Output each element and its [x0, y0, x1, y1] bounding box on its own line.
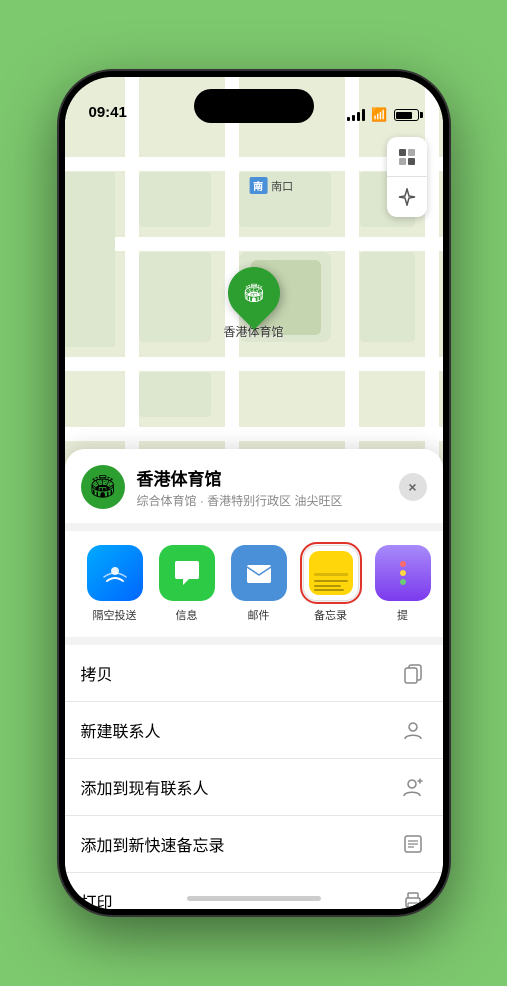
notes-label: 备忘录 [314, 607, 347, 623]
map-controls[interactable] [387, 137, 427, 217]
person-plus-icon [399, 773, 427, 801]
action-copy[interactable]: 拷贝 [65, 645, 443, 702]
venue-header: 🏟 香港体育馆 综合体育馆 · 香港特别行政区 油尖旺区 × [65, 449, 443, 523]
venue-info: 香港体育馆 综合体育馆 · 香港特别行政区 油尖旺区 [137, 465, 387, 509]
status-icons: 📶 [347, 107, 418, 123]
message-icon [159, 545, 215, 601]
printer-icon [399, 887, 427, 909]
new-contact-label: 新建联系人 [81, 718, 161, 742]
airdrop-icon [87, 545, 143, 601]
person-add-icon [399, 716, 427, 744]
share-more[interactable]: 提 [367, 545, 439, 623]
phone-frame: 09:41 📶 [59, 71, 449, 915]
battery-icon [394, 109, 419, 121]
more-icon [375, 545, 431, 601]
close-button[interactable]: × [399, 473, 427, 501]
message-label: 信息 [176, 607, 198, 623]
action-add-existing[interactable]: 添加到现有联系人 [65, 759, 443, 816]
venue-logo: 🏟 [81, 465, 125, 509]
location-button[interactable] [387, 177, 427, 217]
share-message[interactable]: 信息 [151, 545, 223, 623]
venue-name: 香港体育馆 [137, 465, 387, 490]
share-notes[interactable]: 备忘录 [295, 545, 367, 623]
phone-screen: 09:41 📶 [65, 77, 443, 909]
share-airdrop[interactable]: 隔空投送 [79, 545, 151, 623]
south-gate-label: 南 南口 [249, 177, 293, 194]
wifi-icon: 📶 [371, 107, 387, 123]
copy-label: 拷贝 [81, 661, 113, 685]
print-label: 打印 [81, 889, 113, 909]
more-label: 提 [397, 607, 408, 623]
bottom-sheet: 🏟 香港体育馆 综合体育馆 · 香港特别行政区 油尖旺区 × [65, 449, 443, 909]
map-type-button[interactable] [387, 137, 427, 177]
action-new-contact[interactable]: 新建联系人 [65, 702, 443, 759]
share-mail[interactable]: 邮件 [223, 545, 295, 623]
copy-icon [399, 659, 427, 687]
home-indicator [187, 896, 321, 901]
dynamic-island [194, 89, 314, 123]
notes-icon [303, 545, 359, 601]
mail-label: 邮件 [248, 607, 270, 623]
add-existing-label: 添加到现有联系人 [81, 775, 209, 799]
mail-icon [231, 545, 287, 601]
quick-note-label: 添加到新快速备忘录 [81, 832, 225, 856]
note-icon [399, 830, 427, 858]
airdrop-label: 隔空投送 [93, 607, 137, 623]
venue-subtitle: 综合体育馆 · 香港特别行政区 油尖旺区 [137, 492, 387, 509]
venue-marker: 🏟 香港体育馆 [223, 267, 283, 340]
action-quick-note[interactable]: 添加到新快速备忘录 [65, 816, 443, 873]
share-row: 隔空投送 信息 [65, 531, 443, 637]
signal-icon [347, 109, 365, 121]
action-print[interactable]: 打印 [65, 873, 443, 909]
status-time: 09:41 [89, 104, 127, 123]
action-list: 拷贝 新建联系人 [65, 645, 443, 909]
